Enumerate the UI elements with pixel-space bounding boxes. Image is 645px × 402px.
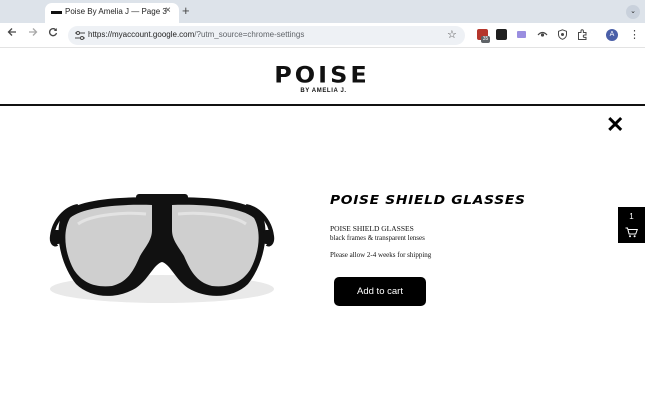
extension-eye-icon[interactable] xyxy=(537,29,548,40)
extension-dark-icon[interactable] xyxy=(496,29,507,40)
back-button[interactable] xyxy=(7,26,17,40)
site-header: POISE BY AMELIA J. xyxy=(0,49,645,106)
address-bar[interactable]: https://myaccount.google.com/?utm_source… xyxy=(68,26,465,45)
close-icon[interactable]: ✕ xyxy=(606,114,624,136)
product-name: POISE SHIELD GLASSES xyxy=(330,224,414,233)
logo-text: POISE xyxy=(274,64,370,86)
forward-button[interactable] xyxy=(28,26,38,40)
tab-close-icon[interactable]: × xyxy=(165,5,171,16)
browser-toolbar: https://myaccount.google.com/?utm_source… xyxy=(0,23,645,48)
shipping-note: Please allow 2-4 weeks for shipping xyxy=(330,251,432,259)
puzzle-icon[interactable] xyxy=(577,29,588,40)
extension-shield-icon[interactable] xyxy=(557,29,568,40)
profile-avatar[interactable]: A xyxy=(606,29,618,41)
url-text: https://myaccount.google.com/?utm_source… xyxy=(88,30,304,39)
arrow-right-icon xyxy=(29,28,38,36)
cart-widget[interactable]: 1 xyxy=(618,207,645,243)
browser-tab[interactable]: Poise By Amelia J — Page 3 × xyxy=(45,3,179,23)
extension-badge: 35 xyxy=(481,36,490,43)
kebab-icon[interactable]: ⋮ xyxy=(629,28,640,41)
tab-search-button[interactable]: ⌄ xyxy=(626,5,640,19)
poise-favicon-icon xyxy=(51,11,62,14)
star-icon[interactable]: ☆ xyxy=(447,28,457,41)
reload-icon xyxy=(48,28,58,37)
extension-purple-icon[interactable] xyxy=(517,31,526,38)
tab-title: Poise By Amelia J — Page 3 xyxy=(65,7,167,16)
tune-icon[interactable] xyxy=(75,31,85,40)
product-description: black frames & transparent lenses xyxy=(330,234,425,242)
new-tab-button[interactable]: + xyxy=(182,3,190,18)
reload-button[interactable] xyxy=(48,26,58,40)
url-host: https://myaccount.google.com xyxy=(88,30,195,39)
logo-subtitle: BY AMELIA J. xyxy=(300,88,347,94)
arrow-left-icon xyxy=(7,28,16,36)
cart-count: 1 xyxy=(629,212,634,221)
url-path: /?utm_source=chrome-settings xyxy=(194,30,305,39)
product-heading: POISE SHIELD GLASSES xyxy=(330,193,526,207)
tab-strip: Poise By Amelia J — Page 3 × + ⌄ xyxy=(0,0,645,23)
add-to-cart-button[interactable]: Add to cart xyxy=(334,277,426,306)
shopping-cart-icon xyxy=(625,227,638,238)
poise-logo[interactable]: POISE xyxy=(252,64,392,86)
product-image xyxy=(49,194,275,303)
